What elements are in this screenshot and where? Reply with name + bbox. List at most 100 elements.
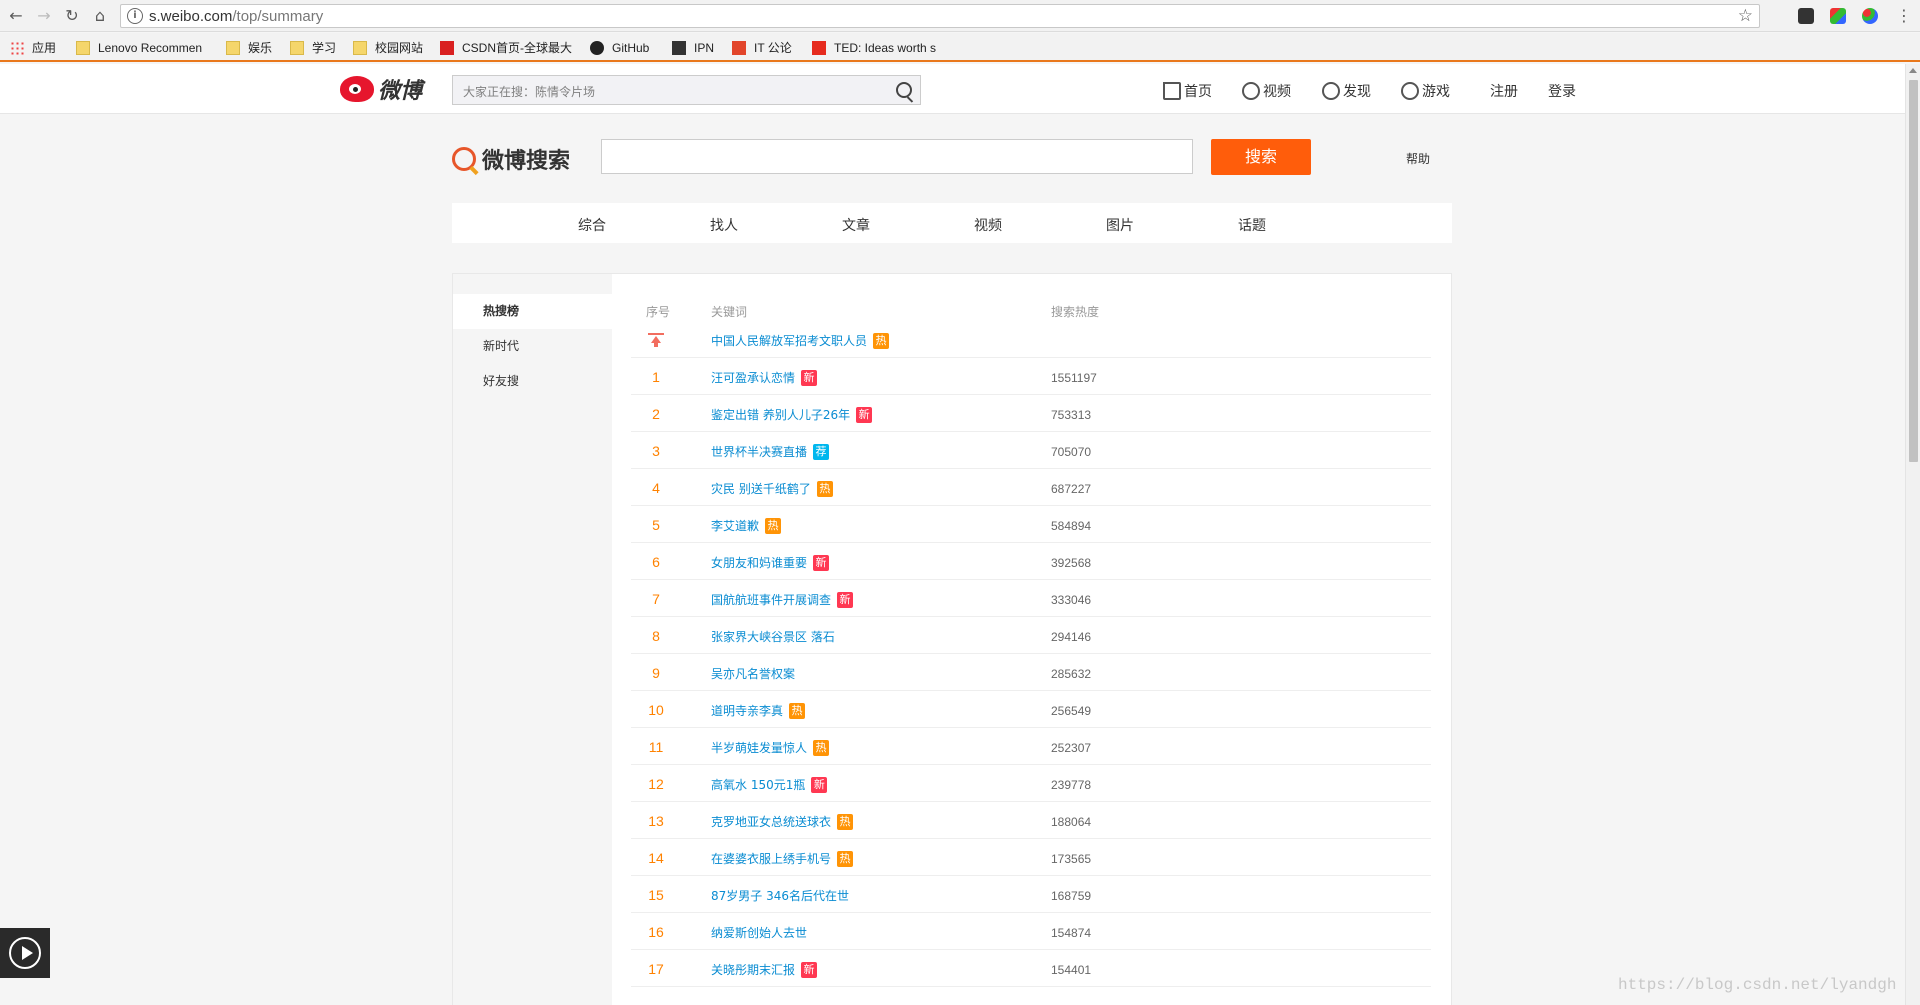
table-row[interactable]: 15 87岁男子 346名后代在世 168759 (631, 876, 1431, 913)
keyword-link[interactable]: 灾民 别送千纸鹤了热 (711, 480, 833, 497)
tab-images[interactable]: 图片 (1090, 215, 1150, 235)
main-search-input[interactable] (601, 139, 1193, 174)
help-link[interactable]: 帮助 (1406, 150, 1430, 167)
nav-home[interactable]: 首页 (1163, 81, 1212, 101)
table-row[interactable]: 10 道明寺亲李真热 256549 (631, 691, 1431, 728)
bookmark-item[interactable]: IT 公论 (732, 39, 792, 57)
keyword-link[interactable]: 关晓彤期末汇报新 (711, 961, 818, 978)
tab-articles[interactable]: 文章 (826, 215, 886, 235)
extension-icon[interactable] (1830, 8, 1846, 24)
tab-topics[interactable]: 话题 (1222, 215, 1282, 235)
bookmark-item[interactable]: 娱乐 (226, 39, 272, 57)
keyword-link[interactable]: 国航航班事件开展调查新 (711, 591, 854, 608)
back-icon[interactable]: ← (6, 6, 26, 26)
table-row[interactable]: 13 克罗地亚女总统送球衣热 188064 (631, 802, 1431, 839)
tab-comprehensive[interactable]: 综合 (562, 215, 622, 235)
keyword-link[interactable]: 87岁男子 346名后代在世 (711, 887, 849, 904)
search-icon[interactable] (896, 82, 912, 98)
bookmark-star-icon[interactable]: ☆ (1738, 6, 1753, 26)
scroll-up-icon[interactable] (1909, 68, 1917, 73)
table-row[interactable]: 14 在婆婆衣服上绣手机号热 173565 (631, 839, 1431, 876)
scrollbar-thumb[interactable] (1909, 80, 1918, 462)
heat-value: 154874 (1051, 926, 1092, 940)
table-row[interactable]: 4 灾民 别送千纸鹤了热 687227 (631, 469, 1431, 506)
heat-value: 333046 (1051, 593, 1092, 607)
keyword-link[interactable]: 半岁萌娃发量惊人热 (711, 739, 830, 756)
keyword-link[interactable]: 张家界大峡谷景区 落石 (711, 628, 835, 645)
search-button[interactable]: 搜索 (1211, 139, 1311, 175)
bookmark-item[interactable]: 校园网站 (353, 39, 423, 57)
bookmark-apps[interactable]: 应用 (10, 39, 56, 57)
weibo-search-logo: 微博搜索 (452, 143, 570, 175)
ipn-icon (672, 41, 686, 55)
table-row[interactable]: 17 关晓彤期末汇报新 154401 (631, 950, 1431, 987)
bookmark-item[interactable]: Lenovo Recommen (76, 39, 202, 57)
home-icon[interactable]: ⌂ (90, 6, 110, 26)
rank-number: 10 (648, 702, 664, 718)
search-logo-icon (452, 147, 476, 171)
heat-value: 285632 (1051, 667, 1092, 681)
bookmark-item[interactable]: TED: Ideas worth s (812, 39, 936, 57)
address-bar[interactable]: i s.weibo.com/top/summary ☆ (120, 4, 1760, 28)
table-row[interactable]: 中国人民解放军招考文职人员热 (631, 321, 1431, 358)
menu-icon[interactable]: ⋮ (1894, 6, 1914, 26)
header-search-input[interactable]: 大家正在搜：陈情令片场 (452, 75, 921, 105)
weibo-logo[interactable]: 微博 (340, 74, 422, 104)
rank-number: 6 (652, 554, 660, 570)
nav-friend-search[interactable]: 好友搜 (453, 364, 612, 399)
table-row[interactable]: 9 吴亦凡名誉权案 285632 (631, 654, 1431, 691)
keyword-link[interactable]: 汪可盈承认恋情新 (711, 369, 818, 386)
heat-value: 154401 (1051, 963, 1092, 977)
keyword-link[interactable]: 在婆婆衣服上绣手机号热 (711, 850, 854, 867)
tab-people[interactable]: 找人 (694, 215, 754, 235)
keyword-link[interactable]: 李艾道歉热 (711, 517, 782, 534)
forward-icon[interactable]: → (34, 6, 54, 26)
table-row[interactable]: 16 纳爱斯创始人去世 154874 (631, 913, 1431, 950)
nav-register[interactable]: 注册 (1490, 81, 1518, 101)
keyword-link[interactable]: 道明寺亲李真热 (711, 702, 806, 719)
rank-number: 14 (648, 850, 664, 866)
bookmark-item[interactable]: 学习 (290, 39, 336, 57)
rank-number: 15 (648, 887, 664, 903)
table-row[interactable]: 3 世界杯半决赛直播荐 705070 (631, 432, 1431, 469)
video-play-overlay[interactable] (0, 928, 50, 978)
bookmark-item[interactable]: CSDN首页-全球最大 (440, 39, 572, 57)
table-row[interactable]: 8 张家界大峡谷景区 落石 294146 (631, 617, 1431, 654)
info-icon[interactable]: i (127, 8, 143, 24)
keyword-link[interactable]: 纳爱斯创始人去世 (711, 924, 807, 941)
nav-login[interactable]: 登录 (1548, 81, 1576, 101)
nav-hot-search[interactable]: 热搜榜 (453, 294, 612, 329)
bookmark-item[interactable]: GitHub (590, 39, 649, 57)
bookmark-item[interactable]: IPN (672, 39, 714, 57)
extension-icon[interactable] (1798, 8, 1814, 24)
page-scrollbar[interactable] (1905, 64, 1920, 1005)
keyword-link[interactable]: 中国人民解放军招考文职人员热 (711, 332, 890, 349)
status-badge: 热 (837, 813, 854, 830)
keyword-text: 中国人民解放军招考文职人员 (711, 334, 868, 348)
keyword-link[interactable]: 女朋友和妈谁重要新 (711, 554, 830, 571)
nav-new-era[interactable]: 新时代 (453, 329, 612, 364)
pinned-top-icon (648, 333, 664, 347)
keyword-link[interactable]: 鉴定出错 养别人儿子26年新 (711, 406, 873, 423)
nav-discover[interactable]: 发现 (1322, 81, 1371, 101)
keyword-link[interactable]: 吴亦凡名誉权案 (711, 665, 795, 682)
table-row[interactable]: 7 国航航班事件开展调查新 333046 (631, 580, 1431, 617)
keyword-link[interactable]: 高氧水 150元1瓶新 (711, 776, 828, 793)
keyword-link[interactable]: 克罗地亚女总统送球衣热 (711, 813, 854, 830)
tab-videos[interactable]: 视频 (958, 215, 1018, 235)
table-row[interactable]: 11 半岁萌娃发量惊人热 252307 (631, 728, 1431, 765)
table-row[interactable]: 2 鉴定出错 养别人儿子26年新 753313 (631, 395, 1431, 432)
apps-icon (10, 41, 24, 55)
browser-toolbar: ← → ↻ ⌂ i s.weibo.com/top/summary ☆ ⋮ (0, 0, 1920, 32)
table-row[interactable]: 6 女朋友和妈谁重要新 392568 (631, 543, 1431, 580)
table-row[interactable]: 5 李艾道歉热 584894 (631, 506, 1431, 543)
table-row[interactable]: 12 高氧水 150元1瓶新 239778 (631, 765, 1431, 802)
nav-video[interactable]: 视频 (1242, 81, 1291, 101)
rank-number: 17 (648, 961, 664, 977)
nav-games[interactable]: 游戏 (1401, 81, 1450, 101)
extension-icon[interactable] (1862, 8, 1878, 24)
keyword-text: 高氧水 150元1瓶 (711, 778, 806, 792)
reload-icon[interactable]: ↻ (62, 6, 82, 26)
table-row[interactable]: 1 汪可盈承认恋情新 1551197 (631, 358, 1431, 395)
keyword-link[interactable]: 世界杯半决赛直播荐 (711, 443, 830, 460)
